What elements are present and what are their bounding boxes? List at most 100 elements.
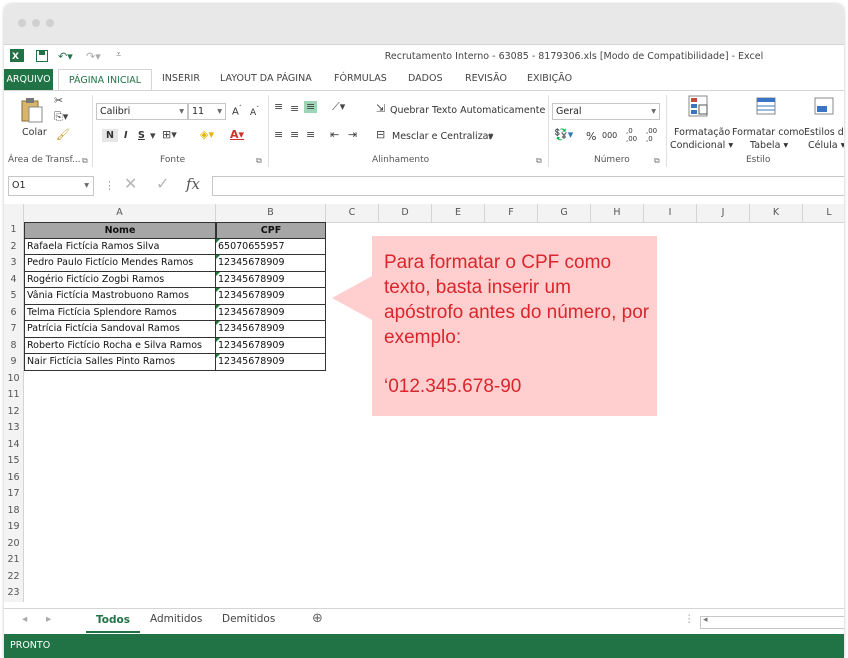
cpf-cell[interactable]: 65070655957 (216, 238, 326, 255)
decrease-decimal-button[interactable]: ,00 ,0 (646, 127, 664, 143)
tab-exibicao[interactable]: EXIBIÇÃO (527, 73, 572, 84)
cell-styles-icon[interactable] (814, 97, 836, 120)
align-middle-icon[interactable]: ≡ (290, 103, 299, 115)
row-header[interactable]: 3 (4, 255, 24, 272)
dialog-launcher-icon[interactable]: ⧉ (82, 155, 88, 167)
number-format-select[interactable]: Geral ▾ (552, 103, 660, 120)
select-all-corner[interactable] (4, 204, 24, 222)
cpf-cell[interactable]: 12345678909 (216, 304, 326, 321)
dialog-launcher-icon[interactable]: ⧉ (536, 155, 542, 167)
tab-layout-da-pagina[interactable]: LAYOUT DA PÁGINA (220, 73, 312, 84)
cpf-cell[interactable]: 12345678909 (216, 271, 326, 288)
scroll-left-icon[interactable]: ◂ (703, 615, 708, 625)
insert-function-icon[interactable]: fx (186, 177, 200, 192)
name-cell[interactable]: Patrícia Fictícia Sandoval Ramos (24, 321, 216, 338)
column-header[interactable]: F (485, 204, 538, 222)
name-cell[interactable]: Pedro Paulo Fictício Mendes Ramos (24, 255, 216, 272)
name-cell[interactable]: Roberto Fictício Rocha e Silva Ramos (24, 337, 216, 354)
dialog-launcher-icon[interactable]: ⧉ (256, 155, 262, 167)
row-header[interactable]: 16 (4, 469, 24, 486)
italic-button[interactable]: I (124, 130, 128, 141)
font-color-icon[interactable]: A▾ (230, 129, 244, 141)
paste-label[interactable]: Colar (22, 127, 47, 138)
horizontal-scrollbar[interactable]: ◂ (700, 615, 844, 629)
bold-button[interactable]: N (102, 129, 118, 142)
increase-font-icon[interactable]: Aˆ (232, 105, 242, 117)
row-header[interactable]: 5 (4, 288, 24, 305)
increase-indent-icon[interactable]: ⇥ (348, 129, 357, 141)
tab-dados[interactable]: DADOS (408, 73, 442, 84)
orientation-icon[interactable]: ⟋▾ (332, 101, 345, 113)
row-header[interactable]: 22 (4, 568, 24, 585)
format-painter-icon[interactable]: 🖌 (56, 129, 70, 141)
name-cell[interactable]: Nair Fictícia Salles Pinto Ramos (24, 354, 216, 371)
name-cell[interactable]: Vânia Fictícia Mastrobuono Ramos (24, 288, 216, 305)
cpf-cell[interactable]: 12345678909 (216, 288, 326, 305)
column-header[interactable]: C (326, 204, 379, 222)
cpf-cell[interactable]: 12345678909 (216, 354, 326, 371)
format-as-table-label-2[interactable]: Tabela ▾ (750, 140, 788, 151)
row-header[interactable]: 4 (4, 271, 24, 288)
sheet-tab-admitidos[interactable]: Admitidos (150, 613, 202, 625)
wrap-text-button[interactable]: Quebrar Texto Automaticamente (390, 105, 545, 116)
cpf-cell[interactable]: 12345678909 (216, 321, 326, 338)
sheet-tab-todos[interactable]: Todos (86, 609, 140, 633)
formula-input[interactable] (212, 176, 844, 196)
row-header[interactable]: 9 (4, 354, 24, 371)
row-header[interactable]: 2 (4, 238, 24, 255)
row-header[interactable]: 20 (4, 535, 24, 552)
align-top-icon[interactable]: ≡ (274, 101, 283, 113)
tab-revisao[interactable]: REVISÃO (465, 73, 507, 84)
cell-styles-label[interactable]: Estilos de (804, 127, 844, 138)
merge-center-button[interactable]: Mesclar e Centralizar (392, 131, 492, 142)
header-cell-cpf[interactable]: CPF (216, 222, 326, 239)
row-header[interactable]: 11 (4, 387, 24, 404)
column-header[interactable]: G (538, 204, 591, 222)
font-name-select[interactable]: Calibri ▾ (96, 103, 188, 120)
column-header[interactable]: I (644, 204, 697, 222)
font-size-select[interactable]: 11 ▾ (188, 103, 226, 120)
column-header[interactable]: E (432, 204, 485, 222)
tab-formulas[interactable]: FÓRMULAS (334, 73, 387, 84)
row-header[interactable]: 15 (4, 453, 24, 470)
cut-icon[interactable]: ✂ (54, 95, 63, 107)
row-header[interactable]: 10 (4, 370, 24, 387)
decrease-font-icon[interactable]: Aˇ (250, 106, 259, 118)
cpf-cell[interactable]: 12345678909 (216, 337, 326, 354)
tab-arquivo[interactable]: ARQUIVO (4, 69, 53, 90)
add-sheet-icon[interactable]: ⊕ (312, 611, 323, 626)
sheet-tab-demitidos[interactable]: Demitidos (222, 613, 275, 625)
dialog-launcher-icon[interactable]: ⧉ (654, 155, 660, 167)
increase-decimal-button[interactable]: ,0 ,00 (626, 127, 644, 143)
percent-button[interactable]: % (586, 130, 596, 143)
wrap-text-icon[interactable]: ⇲ (376, 103, 385, 115)
align-left-icon[interactable]: ≡ (274, 129, 283, 141)
row-header[interactable]: 8 (4, 337, 24, 354)
maximize-window-button[interactable] (46, 19, 54, 27)
align-bottom-icon[interactable]: ≡ (304, 101, 318, 113)
row-header[interactable]: 21 (4, 552, 24, 569)
name-cell[interactable]: Rogério Fictício Zogbi Ramos (24, 271, 216, 288)
tab-pagina-inicial[interactable]: PÁGINA INICIAL (58, 69, 152, 90)
enter-icon[interactable]: ✓ (156, 176, 169, 192)
row-header[interactable]: 23 (4, 585, 24, 602)
column-header[interactable]: B (216, 204, 326, 222)
minimize-window-button[interactable] (32, 19, 40, 27)
accounting-format-icon[interactable]: 💱▾ (554, 129, 573, 141)
row-header[interactable]: 12 (4, 403, 24, 420)
column-header[interactable]: J (697, 204, 750, 222)
name-cell[interactable]: Rafaela Fictícia Ramos Silva (24, 238, 216, 255)
row-header[interactable]: 6 (4, 304, 24, 321)
column-header[interactable]: K (750, 204, 803, 222)
cancel-icon[interactable]: ✕ (124, 176, 137, 192)
row-header[interactable]: 7 (4, 321, 24, 338)
format-as-table-label[interactable]: Formatar como (732, 127, 804, 138)
name-box[interactable]: O1 ▾ (8, 176, 94, 196)
cell-styles-label-2[interactable]: Célula ▾ (808, 140, 844, 151)
conditional-format-icon[interactable] (688, 95, 708, 120)
close-window-button[interactable] (18, 19, 26, 27)
row-header[interactable]: 1 (4, 222, 24, 239)
name-cell[interactable]: Telma Fictícia Splendore Ramos (24, 304, 216, 321)
conditional-format-label[interactable]: Formatação (674, 127, 730, 138)
paste-icon[interactable] (20, 97, 44, 126)
